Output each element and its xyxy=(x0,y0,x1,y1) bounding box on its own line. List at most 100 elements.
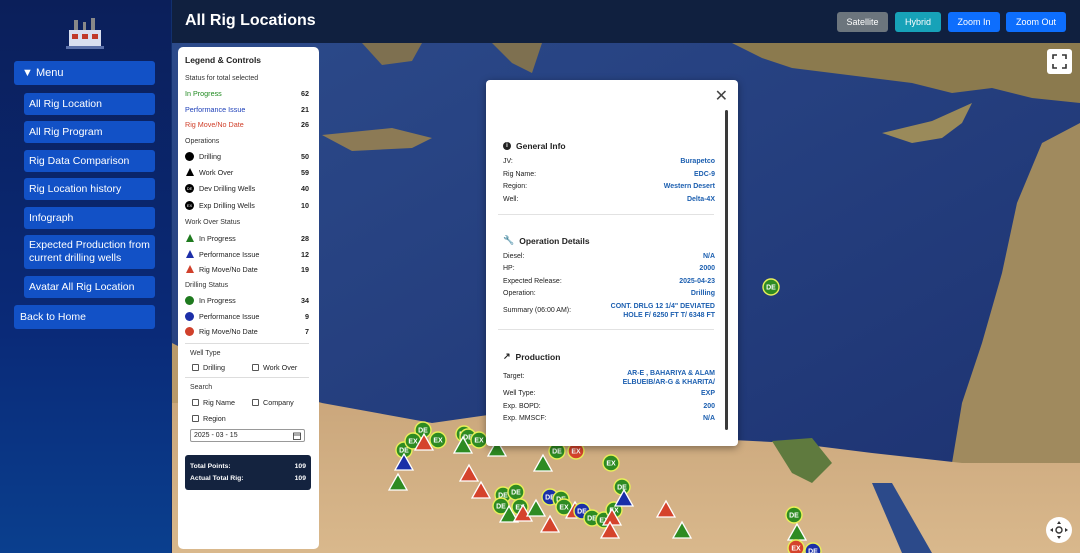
drilling-count: 9 xyxy=(305,311,309,321)
ex-rig-marker[interactable]: EX xyxy=(470,431,488,449)
operation-exp-drilling: EX Exp Drilling Wells 10 xyxy=(185,200,309,210)
field-key: Expected Release: xyxy=(503,278,562,285)
locate-button[interactable] xyxy=(1046,517,1072,543)
workover-rig-move: Rig Move/No Date 19 xyxy=(185,264,309,274)
workover-count: 28 xyxy=(301,233,309,243)
workover-rig-marker[interactable] xyxy=(393,452,415,471)
search-company-checkbox[interactable]: Company xyxy=(252,397,312,407)
date-input[interactable]: 2025 - 03 - 15 xyxy=(190,429,305,442)
status-label: Performance Issue xyxy=(185,104,246,114)
sidebar-item-all-rig-program[interactable]: All Rig Program xyxy=(24,121,155,143)
general-row-jv: JV: Burapetco xyxy=(503,158,715,165)
circle-blue-icon xyxy=(185,311,194,321)
operation-count: 40 xyxy=(301,183,309,193)
checkbox-icon[interactable] xyxy=(252,398,259,406)
well-type-workover-checkbox[interactable]: Work Over xyxy=(252,362,312,372)
ex-rig-marker[interactable]: EX xyxy=(787,539,805,553)
de-rig-marker[interactable]: DE xyxy=(507,483,525,501)
operation-row-diesel: Diesel: N/A xyxy=(503,253,715,260)
search-region-checkbox[interactable]: Region xyxy=(192,413,252,423)
svg-text:EX: EX xyxy=(571,449,581,456)
workover-rig-marker[interactable] xyxy=(387,472,409,491)
svg-text:DE: DE xyxy=(496,504,506,511)
satellite-button[interactable]: Satellite xyxy=(837,12,888,32)
drilling-label: Rig Move/No Date xyxy=(199,326,258,336)
status-rig-move: Rig Move/No Date 26 xyxy=(185,119,309,129)
zoom-in-button[interactable]: Zoom In xyxy=(948,12,1000,32)
actual-total-rig-label: Actual Total Rig: xyxy=(190,475,244,482)
operation-count: 59 xyxy=(301,167,309,177)
popup-scrollbar[interactable] xyxy=(725,110,728,430)
production-heading: ↗ Production xyxy=(503,351,560,362)
workover-rig-marker[interactable] xyxy=(532,453,554,472)
sidebar-item-expected-production[interactable]: Expected Production from current drillin… xyxy=(24,235,155,269)
drilling-count: 34 xyxy=(301,295,309,305)
hybrid-button[interactable]: Hybrid xyxy=(895,12,941,32)
sidebar-item-rig-location-history[interactable]: Rig Location history xyxy=(24,178,155,200)
general-row-region: Region: Western Desert xyxy=(503,183,715,190)
fullscreen-button[interactable] xyxy=(1047,49,1072,74)
menu-toggle-button[interactable]: ▼ Menu xyxy=(14,61,155,85)
info-icon: i xyxy=(503,142,511,150)
rig-logo-icon xyxy=(66,18,104,49)
checkbox-icon[interactable] xyxy=(192,363,199,371)
de-rig-marker[interactable]: DE xyxy=(762,278,780,296)
svg-text:DE: DE xyxy=(789,513,799,520)
operation-label: Dev Drilling Wells xyxy=(199,183,256,193)
checkbox-icon[interactable] xyxy=(192,414,199,422)
triangle-icon xyxy=(186,168,194,176)
operation-label: Exp Drilling Wells xyxy=(199,200,255,210)
workover-label: Rig Move/No Date xyxy=(199,264,258,274)
ex-rig-marker[interactable]: EX xyxy=(429,431,447,449)
field-key: Exp. MMSCF: xyxy=(503,415,547,422)
production-row-exp-bopd: Exp. BOPD: 200 xyxy=(503,403,715,410)
svg-text:DE: DE xyxy=(552,449,562,456)
svg-text:EX: EX xyxy=(791,546,801,553)
sidebar: ▼ Menu All Rig Location All Rig Program … xyxy=(0,0,172,553)
svg-text:DE: DE xyxy=(418,428,428,435)
svg-text:DE: DE xyxy=(617,485,627,492)
svg-text:DE: DE xyxy=(766,285,776,292)
workover-rig-marker[interactable] xyxy=(525,498,547,517)
sidebar-item-all-rig-location[interactable]: All Rig Location xyxy=(24,93,155,115)
workover-rig-marker[interactable] xyxy=(458,463,480,482)
circle-green-icon xyxy=(185,295,194,305)
operation-label: Drilling xyxy=(199,151,221,161)
svg-text:DE: DE xyxy=(808,549,818,553)
back-to-home-button[interactable]: Back to Home xyxy=(14,305,155,329)
app-root: ▼ Menu All Rig Location All Rig Program … xyxy=(0,0,1080,553)
ex-rig-marker[interactable]: EX xyxy=(602,454,620,472)
ex-badge-icon: EX xyxy=(185,200,194,210)
workover-rig-marker[interactable] xyxy=(671,520,693,539)
legend-title: Legend & Controls xyxy=(185,55,262,65)
workover-rig-marker[interactable] xyxy=(655,499,677,518)
sidebar-item-avatar-all-rig-location[interactable]: Avatar All Rig Location xyxy=(24,276,155,298)
workover-rig-marker[interactable] xyxy=(470,480,492,499)
checkbox-icon[interactable] xyxy=(192,398,199,406)
status-count: 26 xyxy=(301,119,309,129)
zoom-out-button[interactable]: Zoom Out xyxy=(1006,12,1066,32)
de-rig-marker[interactable]: DE xyxy=(804,542,822,553)
sidebar-item-rig-data-comparison[interactable]: Rig Data Comparison xyxy=(24,150,155,172)
close-icon[interactable]: ✕ xyxy=(715,86,728,106)
date-value: 2025 - 03 - 15 xyxy=(194,432,238,439)
checkbox-icon[interactable] xyxy=(252,363,259,371)
de-badge-icon: DE xyxy=(185,183,194,193)
operation-row-operation: Operation: Drilling xyxy=(503,290,715,297)
calendar-icon[interactable] xyxy=(293,432,301,440)
operation-count: 50 xyxy=(301,151,309,161)
workover-rig-marker[interactable] xyxy=(786,522,808,541)
sidebar-item-infograph[interactable]: Infograph xyxy=(24,207,155,229)
divider xyxy=(498,214,714,215)
workover-rig-marker[interactable] xyxy=(539,514,561,533)
circle-icon xyxy=(185,151,194,161)
well-type-drilling-checkbox[interactable]: Drilling xyxy=(192,362,252,372)
de-rig-marker[interactable]: DE xyxy=(785,506,803,524)
search-rig-name-checkbox[interactable]: Rig Name xyxy=(192,397,252,407)
operation-label: Work Over xyxy=(199,167,234,177)
workover-status-heading: Work Over Status xyxy=(185,219,241,226)
status-count: 21 xyxy=(301,104,309,114)
triangle-green-icon xyxy=(186,234,194,242)
svg-text:EX: EX xyxy=(606,461,616,468)
status-performance-issue: Performance Issue 21 xyxy=(185,104,309,114)
